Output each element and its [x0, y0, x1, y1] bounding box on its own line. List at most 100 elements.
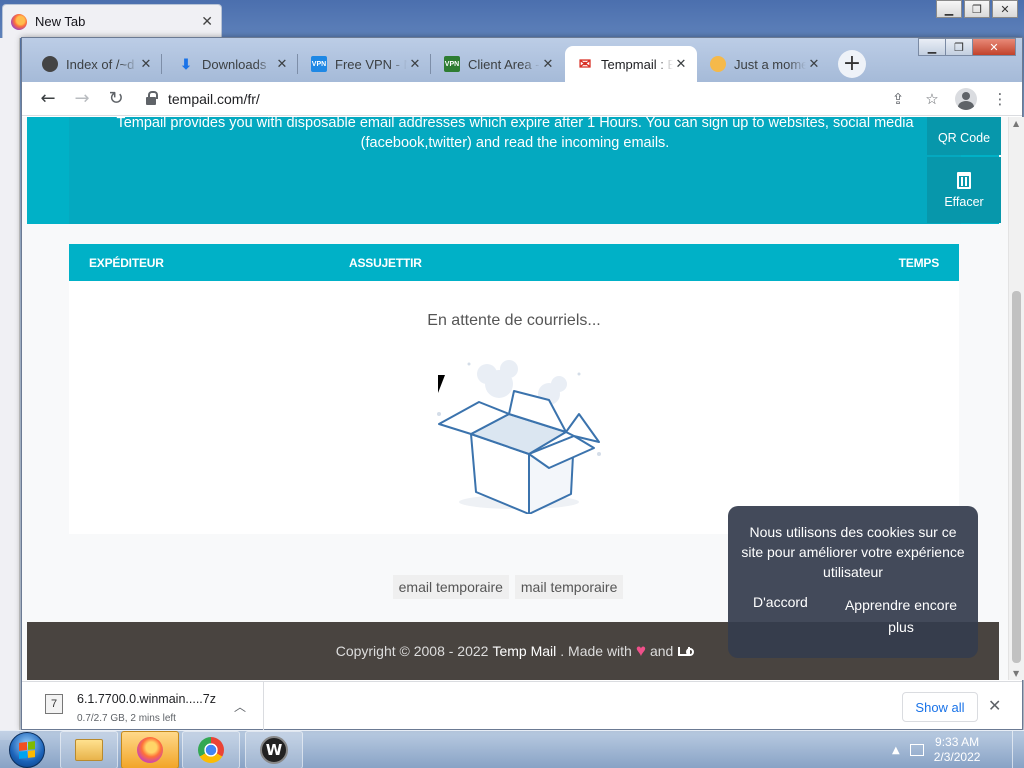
cookie-message: Nous utilisons des cookies sur ce site p… [741, 524, 965, 580]
tab-free-vpn[interactable]: VPN Free VPN - N ✕ [299, 46, 431, 82]
hero-inner: Tempail provides you with disposable ema… [69, 117, 1001, 224]
tag-mail-temporaire[interactable]: mail temporaire [514, 575, 624, 599]
tab-tempmail[interactable]: ✉ Tempmail : E ✕ [565, 46, 697, 82]
tab-strip: Index of /~d ✕ ⬇ Downloads ✕ VPN Free VP… [22, 38, 1022, 82]
close-icon[interactable]: ✕ [992, 0, 1018, 18]
folder-icon [75, 739, 103, 761]
network-icon[interactable] [909, 744, 924, 756]
browser-toolbar: ← → ↻ tempail.com/fr/ ⇪ ☆ ⋮ [22, 82, 1022, 116]
url-text: tempail.com/fr/ [168, 90, 260, 107]
show-hidden-icons-icon[interactable]: ▲ [892, 745, 900, 756]
qr-code-button[interactable]: QR Code [927, 117, 1001, 155]
share-icon[interactable]: ⇪ [884, 85, 912, 113]
firefox-icon [11, 13, 27, 30]
download-filename: 6.1.7700.0.winmain.....7z [77, 692, 216, 706]
inbox-panel: EXPÉDITEUR ASSUJETTIR TEMPS En attente d… [69, 244, 959, 534]
and-text: and [649, 643, 674, 659]
back-button[interactable]: ← [32, 83, 64, 115]
new-tab-button[interactable]: + [838, 50, 866, 78]
download-item[interactable]: 7 6.1.7700.0.winmain.....7z 0.7/2.7 GB, … [22, 682, 264, 730]
forward-button[interactable]: → [66, 83, 98, 115]
minimize-icon[interactable]: ▁ [936, 0, 962, 18]
firefox-tab-title: New Tab [35, 14, 86, 29]
vpn-favicon-icon: VPN [444, 56, 460, 72]
profile-button[interactable] [952, 85, 980, 113]
scroll-up-icon[interactable]: ▲ [1013, 119, 1019, 128]
hero-description: Tempail provides you with disposable ema… [116, 117, 914, 151]
index-favicon-icon [42, 56, 58, 72]
restore-icon[interactable]: ❐ [945, 38, 973, 56]
gmail-icon: ✉ [578, 56, 592, 73]
chevron-up-icon[interactable]: ︿ [234, 698, 246, 715]
taskbar-winrar[interactable]: W [245, 731, 303, 768]
close-icon[interactable]: ✕ [673, 56, 689, 72]
avatar [955, 87, 977, 110]
taskbar-chrome[interactable] [182, 731, 240, 768]
page-scrollbar[interactable]: ▲ ▼ [1008, 117, 1024, 680]
close-icon[interactable]: ✕ [972, 38, 1016, 56]
heart-icon: ♥ [635, 641, 646, 660]
trash-icon [957, 171, 971, 189]
delete-button[interactable]: Effacer [927, 157, 1001, 223]
reload-button[interactable]: ↻ [100, 83, 132, 115]
tag-email-temporaire[interactable]: email temporaire [392, 575, 509, 599]
taskbar: W ▲ 9:33 AM 2/3/2022 [0, 730, 1024, 768]
empty-box-illustration [437, 360, 601, 514]
menu-kebab-icon[interactable]: ⋮ [986, 85, 1014, 113]
cookie-accept-button[interactable]: D'accord [753, 594, 808, 610]
address-bar[interactable]: tempail.com/fr/ [140, 85, 884, 113]
tab-label: Just a mome [734, 56, 806, 72]
tab-label: Tempmail : E [601, 56, 673, 72]
tab-label: Free VPN - N [335, 56, 407, 72]
clock[interactable]: 9:33 AM 2/3/2022 [934, 735, 981, 765]
close-icon[interactable]: ✕ [274, 56, 290, 72]
column-sender: EXPÉDITEUR [89, 255, 164, 270]
taskbar-firefox[interactable] [121, 731, 179, 768]
minimize-icon[interactable]: ▁ [918, 38, 946, 56]
brand-link[interactable]: Temp Mail [492, 643, 556, 659]
coffee-icon [678, 646, 695, 656]
system-tray: ▲ 9:33 AM 2/3/2022 [892, 731, 980, 768]
lock-icon[interactable] [146, 90, 158, 105]
close-icon[interactable]: ✕ [201, 13, 213, 30]
tab-label: Downloads [202, 56, 267, 72]
firefox-icon [137, 737, 163, 763]
restore-icon[interactable]: ❐ [964, 0, 990, 18]
download-status: 0.7/2.7 GB, 2 mins left [77, 713, 176, 724]
chrome-window-controls: ▁ ❐ ✕ [918, 38, 1016, 56]
cloud-favicon-icon [710, 56, 726, 72]
archive-file-icon: 7 [45, 694, 63, 714]
start-button[interactable] [2, 731, 52, 768]
close-icon[interactable]: ✕ [988, 696, 1001, 716]
download-bar: 7 6.1.7700.0.winmain.....7z 0.7/2.7 GB, … [22, 681, 1022, 730]
download-icon: ⬇ [180, 55, 192, 72]
clock-time: 9:33 AM [935, 735, 980, 749]
tab-index[interactable]: Index of /~d ✕ [30, 46, 162, 82]
show-all-button[interactable]: Show all [902, 692, 978, 722]
show-desktop-button[interactable] [1012, 731, 1024, 768]
tab-downloads[interactable]: ⬇ Downloads ✕ [166, 46, 298, 82]
cookie-learn-more-link[interactable]: Apprendre encore plus [836, 594, 966, 638]
scroll-thumb[interactable] [1012, 291, 1021, 663]
tab-label: Client Area - [468, 56, 540, 72]
firefox-window-controls: ▁ ❐ ✕ [936, 0, 1018, 18]
firefox-sidebar [0, 38, 20, 740]
close-icon[interactable]: ✕ [540, 56, 556, 72]
delete-label: Effacer [944, 194, 984, 209]
scroll-down-icon[interactable]: ▼ [1013, 669, 1019, 678]
bookmark-star-icon[interactable]: ☆ [918, 85, 946, 113]
column-time: TEMPS [898, 255, 940, 270]
windows-logo-icon [9, 732, 45, 768]
w-app-icon: W [260, 736, 288, 764]
column-subject: ASSUJETTIR [349, 255, 422, 270]
tab-just-a-moment[interactable]: Just a mome ✕ [698, 46, 830, 82]
firefox-tab[interactable]: New Tab ✕ [2, 4, 222, 38]
clock-date: 2/3/2022 [933, 750, 981, 764]
close-icon[interactable]: ✕ [138, 56, 154, 72]
tab-client-area[interactable]: VPN Client Area - ✕ [432, 46, 564, 82]
mouse-cursor-icon [438, 375, 445, 393]
close-icon[interactable]: ✕ [806, 56, 822, 72]
taskbar-explorer[interactable] [60, 731, 118, 768]
close-icon[interactable]: ✕ [407, 56, 423, 72]
made-with-text: . Made with [560, 643, 632, 659]
